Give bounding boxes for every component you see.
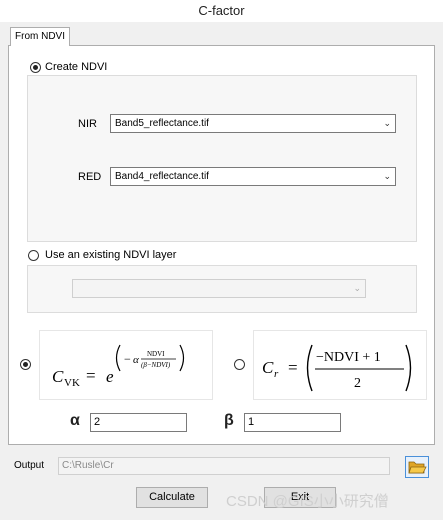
create-ndvi-group [27,75,417,242]
red-select-value: Band4_reflectance.tif [115,171,209,182]
formula-cr-radio[interactable] [234,359,245,370]
svg-text:e: e [106,367,114,386]
folder-open-icon [408,461,427,474]
svg-text:=: = [86,366,96,385]
svg-text:−NDVI + 1: −NDVI + 1 [316,350,381,365]
existing-ndvi-select[interactable]: ⌄ [72,279,366,298]
nir-select[interactable]: Band5_reflectance.tif ⌄ [110,114,396,133]
svg-text:NDVI: NDVI [147,350,165,358]
browse-output-button[interactable] [405,456,429,478]
svg-text:2: 2 [354,376,361,391]
tab-from-ndvi[interactable]: From NDVI [10,27,70,46]
red-label: RED [78,171,102,183]
formula-cvk-image: C VK = e − α NDVI (β−NDVI) [39,330,213,400]
create-ndvi-label: Create NDVI [45,61,108,73]
window-title: C-factor [0,0,443,22]
nir-select-value: Band5_reflectance.tif [115,118,209,129]
existing-ndvi-radio[interactable] [28,250,39,261]
alpha-label: α [70,412,80,429]
formula-cr-image: C r = −NDVI + 1 2 [253,330,427,400]
output-path-field[interactable]: C:\Rusle\Cr [58,457,390,475]
svg-text:r: r [274,368,279,380]
chevron-down-icon: ⌄ [383,118,391,128]
create-ndvi-radio[interactable] [30,62,41,73]
nir-label: NIR [78,118,97,130]
calculate-button[interactable]: Calculate [136,487,208,508]
beta-input[interactable]: 1 [244,413,341,432]
red-select[interactable]: Band4_reflectance.tif ⌄ [110,167,396,186]
beta-label: β [224,412,234,429]
svg-text:−: − [124,352,131,366]
watermark-text: CSDN @GIS小小研究僧 [226,493,389,510]
svg-text:=: = [288,358,298,377]
svg-text:VK: VK [64,377,80,389]
output-label: Output [14,460,45,471]
chevron-down-icon: ⌄ [383,171,391,181]
svg-text:C: C [52,367,64,386]
svg-text:(β−NDVI): (β−NDVI) [141,361,171,369]
chevron-down-icon: ⌄ [353,283,361,293]
svg-text:α: α [133,354,139,366]
existing-ndvi-label: Use an existing NDVI layer [45,249,177,261]
alpha-input[interactable]: 2 [90,413,187,432]
formula-cvk-radio[interactable] [20,359,31,370]
svg-text:C: C [262,358,274,377]
